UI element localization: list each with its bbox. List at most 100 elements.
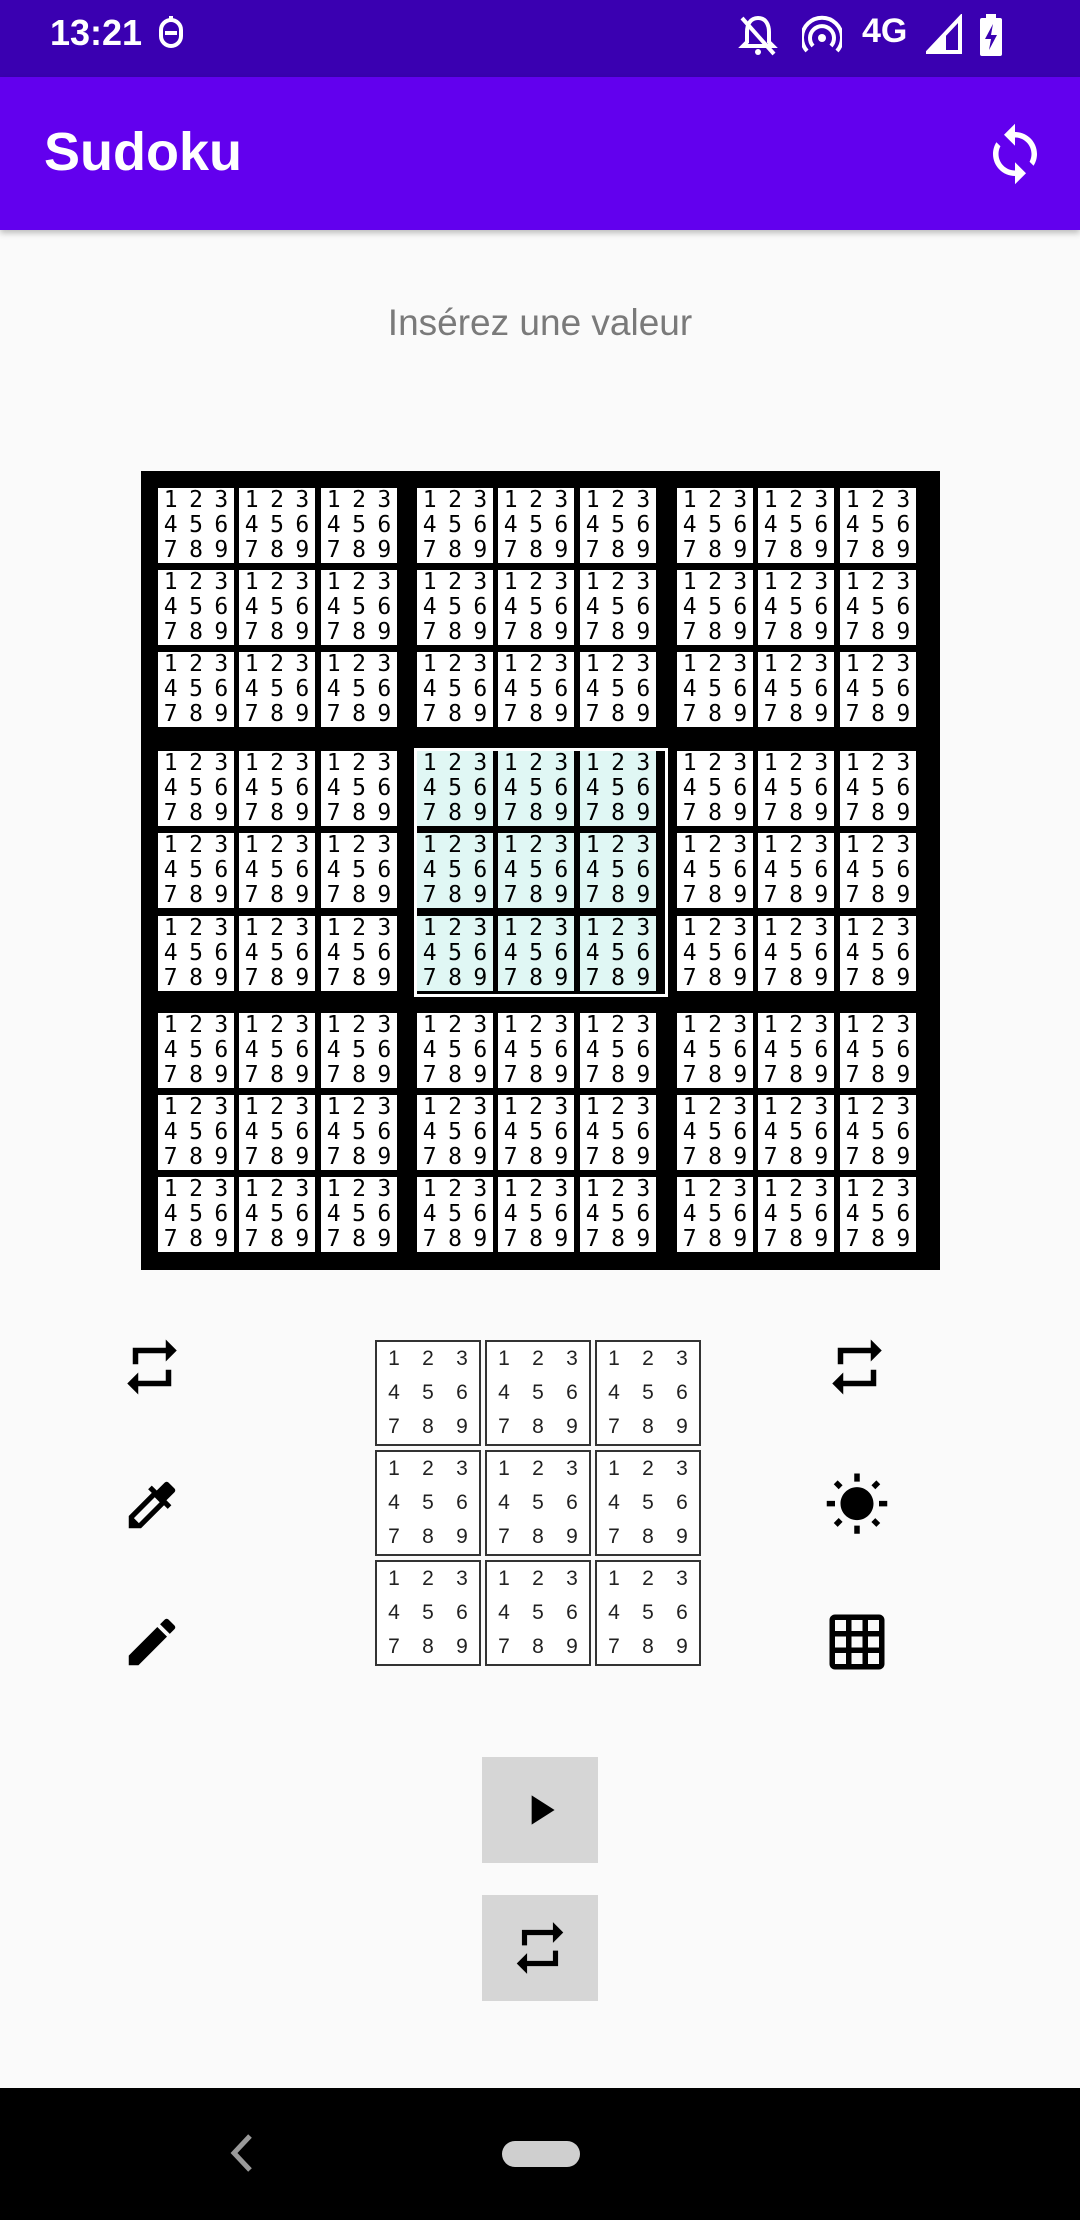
- board-cell[interactable]: 123 456 789: [580, 1013, 656, 1088]
- board-cell[interactable]: 123 456 789: [239, 916, 315, 991]
- picker-cell[interactable]: 123 456 789: [375, 1450, 481, 1556]
- board-cell[interactable]: 123 456 789: [158, 570, 234, 645]
- board-cell[interactable]: 123 456 789: [677, 1177, 753, 1252]
- board-cell[interactable]: 123 456 789: [580, 652, 656, 727]
- board-cell[interactable]: 123 456 789: [677, 652, 753, 727]
- board-cell[interactable]: 123 456 789: [498, 833, 574, 908]
- board-cell[interactable]: 123 456 789: [758, 751, 834, 826]
- board-cell[interactable]: 123 456 789: [840, 751, 916, 826]
- board-cell[interactable]: 123 456 789: [677, 833, 753, 908]
- board-cell[interactable]: 123 456 789: [758, 488, 834, 563]
- picker-cell[interactable]: 123 456 789: [375, 1560, 481, 1666]
- board-cell[interactable]: 123 456 789: [758, 833, 834, 908]
- board-cell[interactable]: 123 456 789: [498, 1177, 574, 1252]
- grid-button[interactable]: [822, 1607, 892, 1677]
- board-cell[interactable]: 123 456 789: [677, 751, 753, 826]
- board-cell[interactable]: 123 456 789: [677, 1095, 753, 1170]
- board-cell[interactable]: 123 456 789: [239, 570, 315, 645]
- board-cell[interactable]: 123 456 789: [158, 833, 234, 908]
- board-cell[interactable]: 123 456 789: [239, 488, 315, 563]
- board-cell[interactable]: 123 456 789: [158, 652, 234, 727]
- back-button[interactable]: [222, 2130, 262, 2176]
- board-cell[interactable]: 123 456 789: [498, 652, 574, 727]
- board-cell[interactable]: 123 456 789: [239, 751, 315, 826]
- board-cell[interactable]: 123 456 789: [840, 570, 916, 645]
- board-cell[interactable]: 123 456 789: [498, 916, 574, 991]
- board-cell[interactable]: 123 456 789: [158, 916, 234, 991]
- board-cell[interactable]: 123 456 789: [677, 916, 753, 991]
- picker-cell[interactable]: 123 456 789: [485, 1560, 591, 1666]
- eyedropper-button[interactable]: [117, 1470, 187, 1540]
- board-cell[interactable]: 123 456 789: [321, 751, 397, 826]
- board-cell[interactable]: 123 456 789: [758, 1177, 834, 1252]
- board-cell[interactable]: 123 456 789: [321, 652, 397, 727]
- board-cell[interactable]: 123 456 789: [580, 570, 656, 645]
- board-cell[interactable]: 123 456 789: [580, 916, 656, 991]
- board-cell[interactable]: 123 456 789: [158, 751, 234, 826]
- board-cell[interactable]: 123 456 789: [498, 1013, 574, 1088]
- board-cell[interactable]: 123 456 789: [321, 1095, 397, 1170]
- picker-cell[interactable]: 123 456 789: [595, 1560, 701, 1666]
- board-cell[interactable]: 123 456 789: [498, 570, 574, 645]
- board-cell[interactable]: 123 456 789: [417, 652, 493, 727]
- board-cell[interactable]: 123 456 789: [758, 916, 834, 991]
- board-cell[interactable]: 123 456 789: [239, 1177, 315, 1252]
- board-cell[interactable]: 123 456 789: [158, 1177, 234, 1252]
- board-cell[interactable]: 123 456 789: [840, 916, 916, 991]
- play-button[interactable]: [482, 1757, 598, 1863]
- board-cell[interactable]: 123 456 789: [417, 1177, 493, 1252]
- board-cell[interactable]: 123 456 789: [321, 488, 397, 563]
- board-cell[interactable]: 123 456 789: [158, 1095, 234, 1170]
- board-cell[interactable]: 123 456 789: [498, 488, 574, 563]
- board-cell[interactable]: 123 456 789: [158, 488, 234, 563]
- board-cell[interactable]: 123 456 789: [498, 751, 574, 826]
- board-cell[interactable]: 123 456 789: [677, 488, 753, 563]
- board-cell[interactable]: 123 456 789: [239, 833, 315, 908]
- picker-cell[interactable]: 123 456 789: [595, 1340, 701, 1446]
- board-cell[interactable]: 123 456 789: [758, 570, 834, 645]
- refresh-button[interactable]: [982, 121, 1048, 187]
- picker-cell[interactable]: 123 456 789: [485, 1340, 591, 1446]
- board-cell[interactable]: 123 456 789: [840, 1177, 916, 1252]
- board-cell[interactable]: 123 456 789: [580, 488, 656, 563]
- board-cell[interactable]: 123 456 789: [417, 570, 493, 645]
- swap-right-button[interactable]: [822, 1332, 892, 1402]
- board-cell[interactable]: 123 456 789: [321, 833, 397, 908]
- board-cell[interactable]: 123 456 789: [239, 1095, 315, 1170]
- board-cell[interactable]: 123 456 789: [758, 1013, 834, 1088]
- picker-cell[interactable]: 123 456 789: [375, 1340, 481, 1446]
- swap-bottom-button[interactable]: [482, 1895, 598, 2001]
- board-cell[interactable]: 123 456 789: [321, 1177, 397, 1252]
- board-cell[interactable]: 123 456 789: [840, 1013, 916, 1088]
- board-cell[interactable]: 123 456 789: [417, 833, 493, 908]
- board-cell[interactable]: 123 456 789: [840, 652, 916, 727]
- board-cell[interactable]: 123 456 789: [417, 751, 493, 826]
- brightness-button[interactable]: [822, 1470, 892, 1540]
- board-cell[interactable]: 123 456 789: [417, 1095, 493, 1170]
- board-cell[interactable]: 123 456 789: [758, 652, 834, 727]
- board-cell[interactable]: 123 456 789: [239, 1013, 315, 1088]
- board-cell[interactable]: 123 456 789: [321, 1013, 397, 1088]
- board-cell[interactable]: 123 456 789: [580, 833, 656, 908]
- picker-cell[interactable]: 123 456 789: [595, 1450, 701, 1556]
- board-cell[interactable]: 123 456 789: [498, 1095, 574, 1170]
- swap-left-button[interactable]: [117, 1332, 187, 1402]
- board-cell[interactable]: 123 456 789: [417, 488, 493, 563]
- board-cell[interactable]: 123 456 789: [321, 916, 397, 991]
- board-cell[interactable]: 123 456 789: [840, 488, 916, 563]
- pencil-button[interactable]: [117, 1607, 187, 1677]
- picker-cell[interactable]: 123 456 789: [485, 1450, 591, 1556]
- board-cell[interactable]: 123 456 789: [417, 1013, 493, 1088]
- board-cell[interactable]: 123 456 789: [677, 570, 753, 645]
- board-cell[interactable]: 123 456 789: [321, 570, 397, 645]
- board-cell[interactable]: 123 456 789: [580, 1177, 656, 1252]
- board-cell[interactable]: 123 456 789: [677, 1013, 753, 1088]
- board-cell[interactable]: 123 456 789: [580, 1095, 656, 1170]
- board-cell[interactable]: 123 456 789: [417, 916, 493, 991]
- board-cell[interactable]: 123 456 789: [840, 1095, 916, 1170]
- board-cell[interactable]: 123 456 789: [840, 833, 916, 908]
- board-cell[interactable]: 123 456 789: [158, 1013, 234, 1088]
- board-cell[interactable]: 123 456 789: [758, 1095, 834, 1170]
- board-cell[interactable]: 123 456 789: [580, 751, 656, 826]
- board-cell[interactable]: 123 456 789: [239, 652, 315, 727]
